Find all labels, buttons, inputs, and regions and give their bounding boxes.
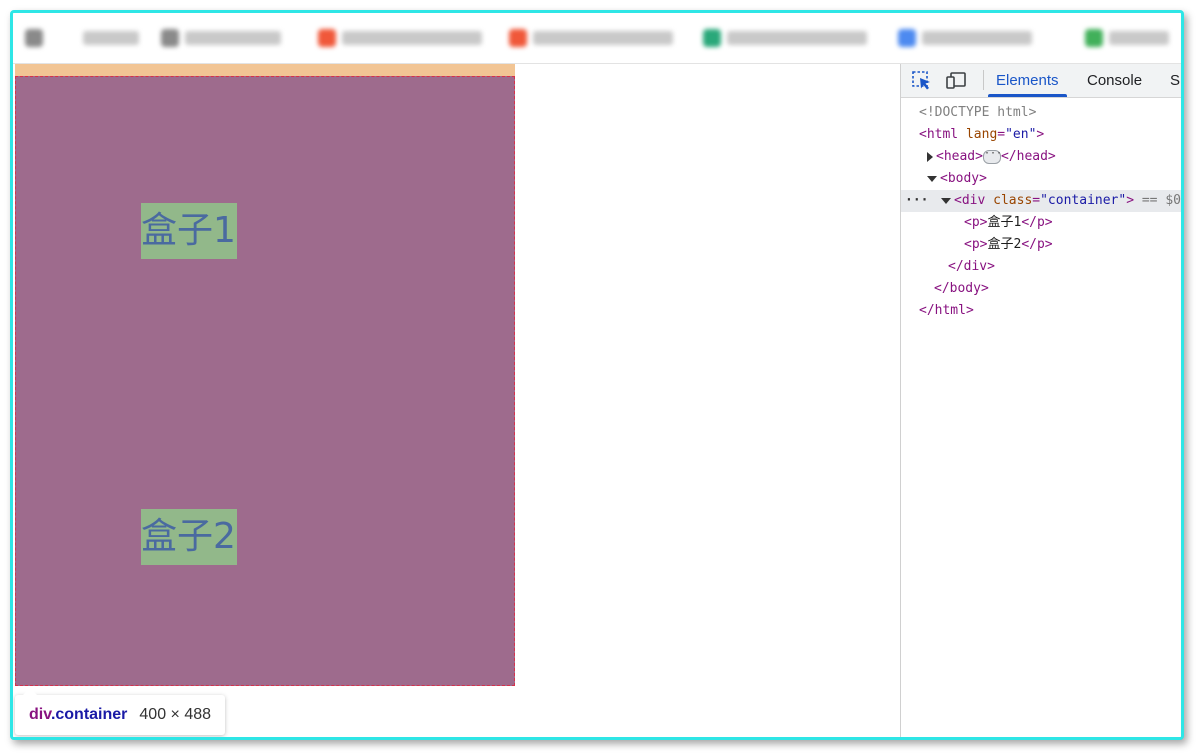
tab-sources[interactable]: S	[1170, 64, 1180, 97]
bookmark-item[interactable]	[318, 27, 482, 49]
bookmark-item[interactable]	[898, 27, 1032, 49]
dom-node-div-close[interactable]: </div>	[901, 256, 1181, 278]
blurred-favicon	[703, 29, 721, 47]
row-menu-icon[interactable]: ···	[905, 190, 928, 212]
container-highlight[interactable]: 盒子1 盒子2	[15, 76, 515, 686]
blurred-favicon	[509, 29, 527, 47]
page-viewport: 盒子1 盒子2 div.container 400 × 488	[13, 64, 900, 737]
blurred-favicon	[318, 29, 336, 47]
dom-node-p2[interactable]: <p>盒子2</p>	[901, 234, 1181, 256]
tab-console[interactable]: Console	[1087, 64, 1142, 97]
bookmark-item[interactable]	[83, 27, 139, 49]
tooltip-size: 400 × 488	[139, 706, 212, 723]
blurred-favicon	[898, 29, 916, 47]
bookmark-item[interactable]	[161, 27, 281, 49]
dom-tree: <!DOCTYPE html> <html lang="en"> <head>·…	[901, 102, 1181, 322]
expand-arrow-icon[interactable]	[927, 151, 933, 162]
container-margin-highlight	[15, 64, 515, 76]
box-1: 盒子1	[141, 203, 237, 259]
device-toolbar-icon[interactable]	[945, 70, 967, 90]
dom-node-html-close[interactable]: </html>	[901, 300, 1181, 322]
dom-node-html[interactable]: <html lang="en">	[901, 124, 1181, 146]
dom-node-body-close[interactable]: </body>	[901, 278, 1181, 300]
devtools-panel: Elements Console S <!DOCTYPE html> <html…	[900, 64, 1181, 737]
dom-node-doctype[interactable]: <!DOCTYPE html>	[901, 102, 1181, 124]
box-2: 盒子2	[141, 509, 237, 565]
inspect-element-icon[interactable]	[911, 70, 933, 90]
collapsed-ellipsis-icon[interactable]: ···	[982, 148, 1002, 164]
bookmark-item[interactable]	[1085, 27, 1169, 49]
dom-node-div-container[interactable]: ··· <div class="container"> == $0	[901, 190, 1181, 212]
dom-node-head[interactable]: <head>···</head>	[901, 146, 1181, 168]
blurred-icon	[25, 29, 43, 47]
bookmark-item[interactable]	[509, 27, 673, 49]
tab-separator	[983, 70, 984, 90]
bookmark-item[interactable]	[703, 27, 867, 49]
collapse-arrow-icon[interactable]	[941, 197, 951, 204]
collapse-arrow-icon[interactable]	[927, 175, 937, 182]
tooltip-selector: div.container	[29, 706, 128, 723]
dom-node-body[interactable]: <body>	[901, 168, 1181, 190]
blurred-favicon	[1085, 29, 1103, 47]
tab-elements[interactable]: Elements	[988, 64, 1067, 97]
blurred-icon	[161, 29, 179, 47]
devtools-tabbar: Elements Console S	[901, 64, 1181, 98]
browser-window: 盒子1 盒子2 div.container 400 × 488 Elements…	[10, 10, 1184, 740]
dom-node-p1[interactable]: <p>盒子1</p>	[901, 212, 1181, 234]
bookmarks-bar	[13, 13, 1181, 63]
inspect-tooltip: div.container 400 × 488	[15, 688, 226, 735]
bookmark-item[interactable]	[25, 27, 49, 49]
